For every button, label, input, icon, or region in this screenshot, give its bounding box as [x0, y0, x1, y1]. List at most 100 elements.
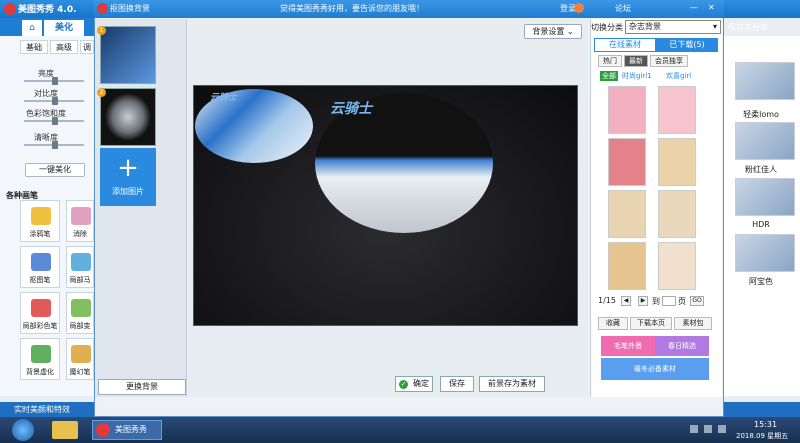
favorite-button[interactable]: 收藏 — [598, 317, 628, 330]
thumb-badge: 2 — [97, 88, 106, 97]
folder-icon[interactable] — [52, 421, 78, 439]
promo-banner[interactable]: 毛笔外景 — [601, 336, 655, 356]
add-image-button[interactable]: + 添加图片 — [100, 148, 156, 206]
eraser-icon — [71, 207, 91, 225]
thumbnail-2[interactable] — [100, 88, 156, 146]
watermark-text: 云骑士 — [330, 101, 372, 117]
next-page-button[interactable]: ▶ — [638, 296, 648, 306]
subtab-advanced[interactable]: 高级 — [50, 40, 78, 54]
chevron-down-icon: ▾ — [712, 22, 717, 31]
prev-page-button[interactable]: ◀ — [621, 296, 631, 306]
tool-mosaic[interactable]: 局部马 — [66, 246, 94, 288]
chevron-down-icon: ⌄ — [566, 27, 574, 36]
page-indicator: 1/15 — [598, 296, 616, 305]
local-change-icon — [71, 299, 91, 317]
effect-thumb[interactable] — [735, 234, 795, 272]
material-item[interactable] — [658, 190, 696, 238]
clock-date[interactable]: 2018.09 星期五 — [736, 431, 788, 441]
material-item[interactable] — [608, 242, 646, 290]
check-icon: ✓ — [399, 380, 408, 389]
download-page-button[interactable]: 下载本页 — [630, 317, 672, 330]
tool-magic-pen[interactable]: 魔幻笔 — [66, 338, 94, 380]
thumbnail-1[interactable] — [100, 26, 156, 84]
color-pen-icon — [31, 299, 51, 317]
background-settings-button[interactable]: 背景设置 ⌄ — [524, 24, 582, 39]
tray-icon[interactable] — [690, 425, 698, 433]
material-item[interactable] — [658, 138, 696, 186]
user-icon[interactable] — [574, 3, 584, 13]
effect-thumb[interactable] — [735, 122, 795, 160]
cutout-pen-icon — [31, 253, 51, 271]
effect-thumb[interactable] — [735, 62, 795, 100]
slider-knob[interactable] — [52, 77, 58, 85]
category-select[interactable]: 杂志背景 ▾ — [625, 20, 721, 34]
subfilter-girl1[interactable]: 时尚girl1 — [622, 71, 652, 81]
material-item[interactable] — [658, 86, 696, 134]
goto-label: 到 — [652, 297, 660, 306]
start-button[interactable] — [12, 419, 34, 441]
save-button[interactable]: 保存 — [440, 376, 474, 392]
mosaic-icon — [71, 253, 91, 271]
save-share-button[interactable]: 保存与分享 — [728, 22, 768, 33]
subtab-more[interactable]: 调 — [80, 40, 94, 54]
clock-time[interactable]: 15:31 — [754, 420, 777, 429]
material-item[interactable] — [658, 242, 696, 290]
promo-banner[interactable]: 暖冬必备素材 — [601, 358, 709, 380]
save-foreground-as-material-button[interactable]: 前景存为素材 — [479, 376, 545, 392]
subfilter-girl2[interactable]: 欢喜girl — [666, 71, 691, 81]
one-key-beautify-button[interactable]: 一键美化 — [25, 163, 85, 177]
tray-icon[interactable] — [704, 425, 712, 433]
pencil-icon — [31, 207, 51, 225]
filter-vip[interactable]: 会员独享 — [650, 55, 688, 67]
tray-icon[interactable] — [718, 425, 726, 433]
tool-doodle[interactable]: 涂鸦笔 — [20, 200, 60, 242]
subtab-basic[interactable]: 基础 — [20, 40, 48, 54]
filter-new[interactable]: 最新 — [624, 55, 648, 67]
magic-pen-icon — [71, 345, 91, 363]
tab-home[interactable]: ⌂ — [22, 20, 42, 36]
plus-icon: + — [117, 153, 139, 183]
tool-eraser[interactable]: 消除 — [66, 200, 94, 242]
tool-local-change[interactable]: 局部变 — [66, 292, 94, 334]
tab-downloaded-materials[interactable]: 已下载(5) — [656, 38, 718, 52]
add-image-label: 添加图片 — [112, 187, 144, 196]
tab-beautify[interactable]: 美化 — [44, 20, 84, 36]
slider-knob[interactable] — [52, 97, 58, 105]
app-logo-icon — [4, 3, 16, 15]
status-text: 实时美颜和特效 — [14, 405, 70, 414]
filter-hot[interactable]: 热门 — [598, 55, 622, 67]
material-item[interactable] — [608, 138, 646, 186]
watermark-text-small: 云骑士 — [210, 93, 238, 103]
effect-label: 粉红佳人 — [745, 165, 777, 174]
category-label: 切换分类 — [591, 23, 623, 32]
tool-color-pen[interactable]: 局部彩色笔 — [20, 292, 60, 334]
tool-bg-blur[interactable]: 背景虚化 — [20, 338, 60, 380]
material-item[interactable] — [608, 190, 646, 238]
thumb-badge: 1 — [97, 26, 106, 35]
material-pack-button[interactable]: 素材包 — [674, 317, 712, 330]
effect-label: 轻柔lomo — [743, 110, 779, 119]
go-button[interactable]: GO — [690, 296, 704, 306]
promo-banner[interactable]: 春日精选 — [655, 336, 709, 356]
tool-cutout[interactable]: 抠图笔 — [20, 246, 60, 288]
effect-label: 阿宝色 — [749, 277, 773, 286]
main-app-title: 美图秀秀 4.0. — [18, 5, 77, 15]
slider-knob[interactable] — [52, 141, 58, 149]
dialog-banner[interactable]: 觉得美图秀秀好用，要告诉您的朋友哦！ — [280, 3, 424, 14]
effect-thumb[interactable] — [735, 178, 795, 216]
subfilter-all[interactable]: 全部 — [600, 71, 618, 81]
slider-label-saturation: 色彩饱和度 — [26, 109, 66, 118]
close-button[interactable]: ✕ — [708, 3, 715, 12]
app-icon — [96, 423, 110, 437]
dialog-app-icon — [97, 3, 108, 14]
taskbar-app-button[interactable]: 美图秀秀 — [92, 420, 162, 440]
forum-link[interactable]: 论坛 — [615, 3, 631, 14]
material-item[interactable] — [608, 86, 646, 134]
effect-label: HDR — [752, 220, 770, 229]
page-number-input[interactable] — [662, 296, 676, 306]
slider-knob[interactable] — [52, 117, 58, 125]
replace-background-button[interactable]: 更换背景 — [98, 379, 186, 395]
minimize-button[interactable]: — — [690, 3, 698, 12]
tab-online-materials[interactable]: 在线素材 — [594, 38, 656, 52]
ok-button[interactable]: ✓ 确定 — [395, 376, 433, 392]
